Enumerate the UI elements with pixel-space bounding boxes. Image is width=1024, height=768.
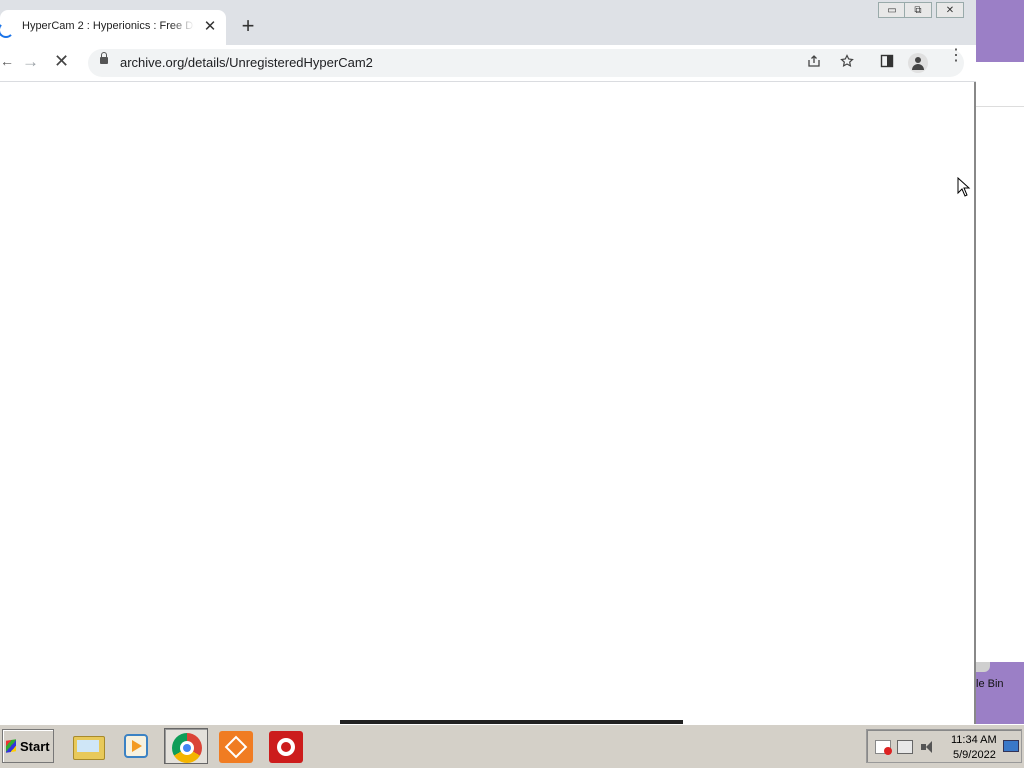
- taskbar-app-file-explorer[interactable]: [66, 728, 110, 764]
- browser-window: HyperCam 2 : Hyperionics : Free Download…: [0, 0, 976, 724]
- desktop-strip: le Bin: [976, 0, 1024, 724]
- tab-title: HyperCam 2 : Hyperionics : Free Download: [22, 20, 194, 32]
- taskbar-app-recorder[interactable]: [264, 728, 308, 764]
- folder-icon: [73, 736, 105, 760]
- loading-spinner-icon: [0, 22, 14, 38]
- star-icon[interactable]: [838, 54, 856, 72]
- minimize-button[interactable]: ▭: [878, 2, 906, 18]
- url-text[interactable]: archive.org/details/UnregisteredHyperCam…: [120, 55, 373, 70]
- network-icon[interactable]: [897, 740, 913, 754]
- clock-time[interactable]: 11:34 AM: [951, 734, 997, 746]
- back-arrow-icon[interactable]: ←: [0, 53, 14, 69]
- clock-date[interactable]: 5/9/2022: [953, 749, 996, 761]
- taskbar-app-media-player[interactable]: [114, 728, 158, 764]
- tab-strip: HyperCam 2 : Hyperionics : Free Download…: [0, 0, 976, 45]
- tab-close-icon[interactable]: ✕: [202, 19, 218, 35]
- system-tray: 11:34 AM 5/9/2022: [866, 729, 1022, 763]
- taskbar: Start 11:34 AM 5/9/2022: [0, 724, 1024, 768]
- window-controls: ▭ ⧉ ✕: [878, 2, 970, 20]
- browser-toolbar: ← → ✕ archive.org/details/UnregisteredHy…: [0, 45, 976, 82]
- new-tab-button[interactable]: +: [238, 15, 258, 37]
- lock-icon[interactable]: [100, 52, 108, 64]
- recycle-bin-icon[interactable]: [976, 662, 990, 672]
- tab-active[interactable]: HyperCam 2 : Hyperionics : Free Download…: [0, 10, 226, 45]
- show-desktop-icon[interactable]: [1003, 740, 1019, 752]
- stop-loading-icon[interactable]: ✕: [54, 51, 69, 72]
- start-button[interactable]: Start: [2, 729, 54, 763]
- recycle-bin-label[interactable]: le Bin: [976, 678, 1004, 690]
- desktop-wallpaper-top: [976, 0, 1024, 62]
- archive-app-icon: [219, 731, 253, 763]
- chrome-icon: [172, 733, 202, 763]
- windows-logo-icon: [6, 739, 16, 753]
- background-window-strip: [976, 62, 1024, 107]
- action-center-flag-icon[interactable]: [875, 740, 892, 755]
- share-icon[interactable]: [805, 54, 823, 72]
- mouse-cursor-icon: [957, 177, 971, 197]
- taskbar-app-chrome[interactable]: [164, 728, 208, 764]
- side-panel-icon[interactable]: [878, 54, 896, 72]
- close-window-button[interactable]: ✕: [936, 2, 964, 18]
- profile-icon[interactable]: [908, 53, 928, 73]
- page-content[interactable]: [0, 82, 974, 724]
- record-icon: [269, 731, 303, 763]
- taskbar-app-archive[interactable]: [214, 728, 258, 764]
- media-player-icon: [124, 734, 148, 758]
- volume-icon[interactable]: [921, 740, 937, 754]
- address-bar[interactable]: archive.org/details/UnregisteredHyperCam…: [88, 49, 964, 77]
- start-label: Start: [20, 739, 50, 754]
- menu-icon[interactable]: ⋮: [948, 48, 964, 64]
- restore-button[interactable]: ⧉: [904, 2, 932, 18]
- forward-arrow-icon[interactable]: →: [22, 52, 39, 72]
